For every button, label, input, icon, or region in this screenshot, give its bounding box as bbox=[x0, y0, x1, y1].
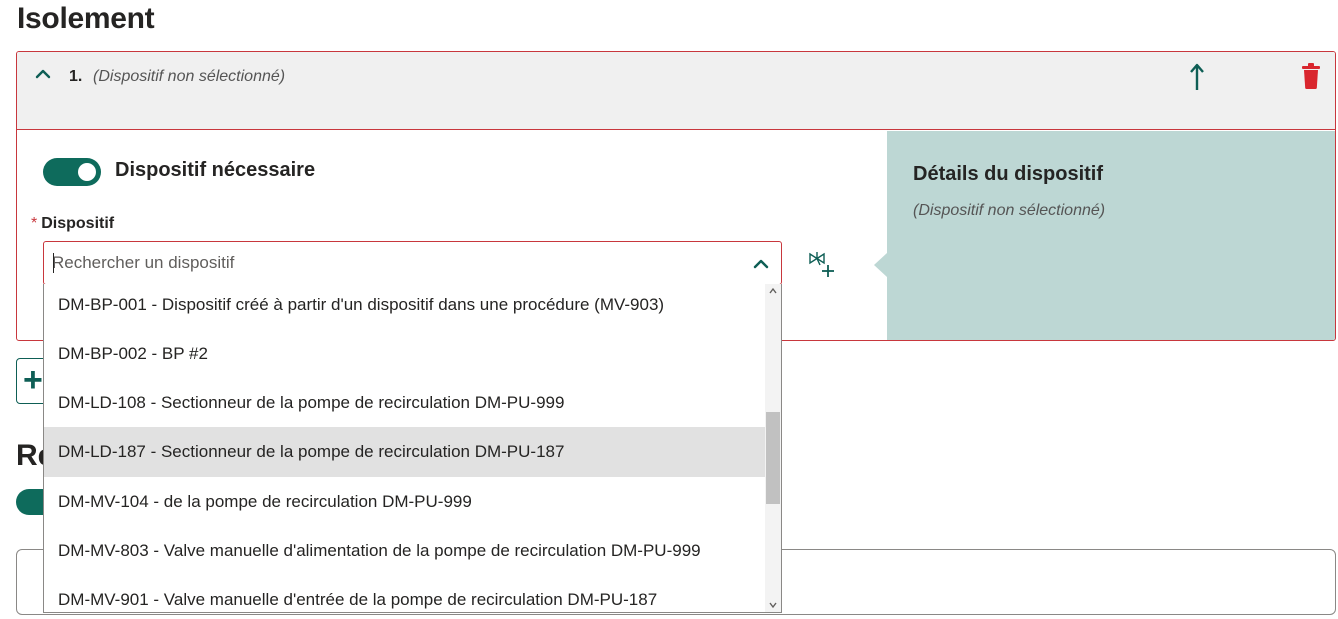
item-number: 1. bbox=[69, 68, 83, 85]
dropdown-option-highlighted[interactable]: DM-LD-187 - Sectionneur de la pompe de r… bbox=[44, 427, 766, 477]
dropdown-option[interactable]: DM-MV-803 - Valve manuelle d'alimentatio… bbox=[44, 526, 766, 576]
card-header[interactable]: 1. (Dispositif non sélectionné) bbox=[17, 52, 1335, 130]
details-pointer bbox=[874, 253, 887, 277]
details-subtitle: (Dispositif non sélectionné) bbox=[913, 202, 1106, 219]
plus-icon: + bbox=[23, 361, 43, 399]
dropdown-scrollbar[interactable] bbox=[765, 284, 781, 612]
device-details-panel: Détails du dispositif (Dispositif non sé… bbox=[887, 131, 1335, 340]
device-required-toggle[interactable] bbox=[43, 158, 101, 186]
toggle-knob bbox=[78, 163, 96, 181]
device-search-input[interactable] bbox=[52, 242, 732, 284]
scroll-down-arrow-icon[interactable] bbox=[768, 600, 778, 610]
dropdown-option[interactable]: DM-MV-104 - de la pompe de recirculation… bbox=[44, 477, 766, 527]
dropdown-option[interactable]: DM-BP-001 - Dispositif créé à partir d'u… bbox=[44, 284, 766, 330]
details-title: Détails du dispositif bbox=[913, 163, 1104, 185]
scroll-up-arrow-icon[interactable] bbox=[768, 286, 778, 296]
item-subtitle: (Dispositif non sélectionné) bbox=[93, 68, 286, 85]
device-search-combobox[interactable] bbox=[43, 241, 782, 285]
arrow-up-icon[interactable] bbox=[1187, 62, 1207, 92]
chevron-up-icon[interactable] bbox=[751, 254, 771, 274]
device-field-label-text: Dispositif bbox=[41, 215, 115, 232]
device-dropdown-list: DM-BP-001 - Dispositif créé à partir d'u… bbox=[43, 284, 782, 613]
valve-add-icon[interactable] bbox=[808, 251, 838, 279]
dropdown-option[interactable]: DM-MV-901 - Valve manuelle d'entrée de l… bbox=[44, 575, 766, 612]
chevron-up-icon[interactable] bbox=[33, 66, 53, 82]
dropdown-option[interactable]: DM-BP-002 - BP #2 bbox=[44, 329, 766, 379]
required-marker: * bbox=[31, 215, 38, 232]
device-field-label: * Dispositif bbox=[31, 215, 114, 233]
trash-icon[interactable] bbox=[1300, 62, 1322, 90]
scrollbar-thumb[interactable] bbox=[766, 412, 780, 504]
text-cursor bbox=[53, 253, 54, 273]
section-title: Isolement bbox=[17, 2, 155, 35]
dropdown-option[interactable]: DM-LD-108 - Sectionneur de la pompe de r… bbox=[44, 378, 766, 428]
device-required-label: Dispositif nécessaire bbox=[115, 159, 316, 181]
